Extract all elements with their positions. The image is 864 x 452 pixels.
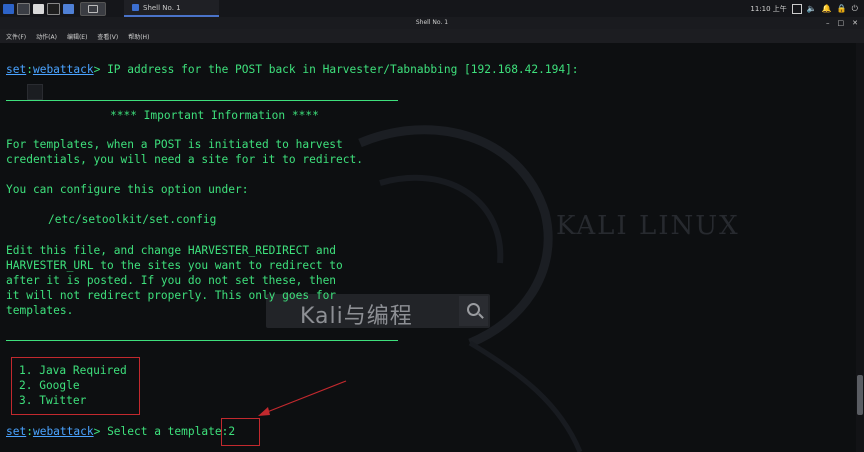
- workspace-switcher[interactable]: [80, 1, 106, 16]
- taskbar-launchers: [0, 1, 106, 16]
- scrollbar-thumb[interactable]: [857, 375, 863, 415]
- terminal-scrollbar[interactable]: [856, 43, 864, 452]
- taskbar-window-label: Shell No. 1: [143, 3, 181, 12]
- menu-file[interactable]: 文件(F): [6, 32, 26, 41]
- browser-icon[interactable]: [63, 3, 74, 14]
- menu-bar: 文件(F) 动作(A) 编辑(E) 查看(V) 帮助(H): [0, 29, 864, 43]
- window-title: Shell No. 1: [415, 19, 449, 26]
- clock[interactable]: 11:10 上午: [750, 4, 786, 14]
- menu-view[interactable]: 查看(V): [97, 32, 118, 41]
- system-tray: 11:10 上午 🔈 🔔 🔒 ⏻: [750, 3, 864, 14]
- lock-icon[interactable]: 🔒: [837, 4, 847, 13]
- menu-help[interactable]: 帮助(H): [128, 32, 149, 41]
- close-icon[interactable]: ✕: [852, 17, 858, 29]
- terminal-window-icon: [132, 4, 139, 11]
- power-icon[interactable]: ⏻: [852, 4, 858, 14]
- display-icon[interactable]: [791, 3, 802, 14]
- system-taskbar: Shell No. 1 11:10 上午 🔈 🔔 🔒 ⏻: [0, 0, 864, 17]
- annotation-arrow-icon: [258, 380, 347, 416]
- taskbar-window-button[interactable]: Shell No. 1: [124, 0, 219, 17]
- desktop-icon[interactable]: [17, 2, 30, 15]
- notification-icon[interactable]: 🔔: [822, 4, 832, 13]
- window-controls: – □ ✕: [826, 17, 858, 29]
- file-manager-icon[interactable]: [33, 3, 44, 14]
- terminal-output[interactable]: KALI LINUX Kali与编程 set:webattack> IP add…: [0, 43, 856, 452]
- volume-icon[interactable]: 🔈: [807, 4, 817, 13]
- minimize-icon[interactable]: –: [826, 17, 830, 29]
- menu-action[interactable]: 动作(A): [36, 32, 57, 41]
- kali-menu-icon[interactable]: [3, 3, 14, 14]
- workspace-icon: [88, 4, 98, 13]
- maximize-icon[interactable]: □: [838, 17, 845, 29]
- terminal-icon[interactable]: [47, 2, 60, 15]
- menu-edit[interactable]: 编辑(E): [67, 32, 87, 41]
- window-titlebar: Shell No. 1 – □ ✕: [0, 17, 864, 29]
